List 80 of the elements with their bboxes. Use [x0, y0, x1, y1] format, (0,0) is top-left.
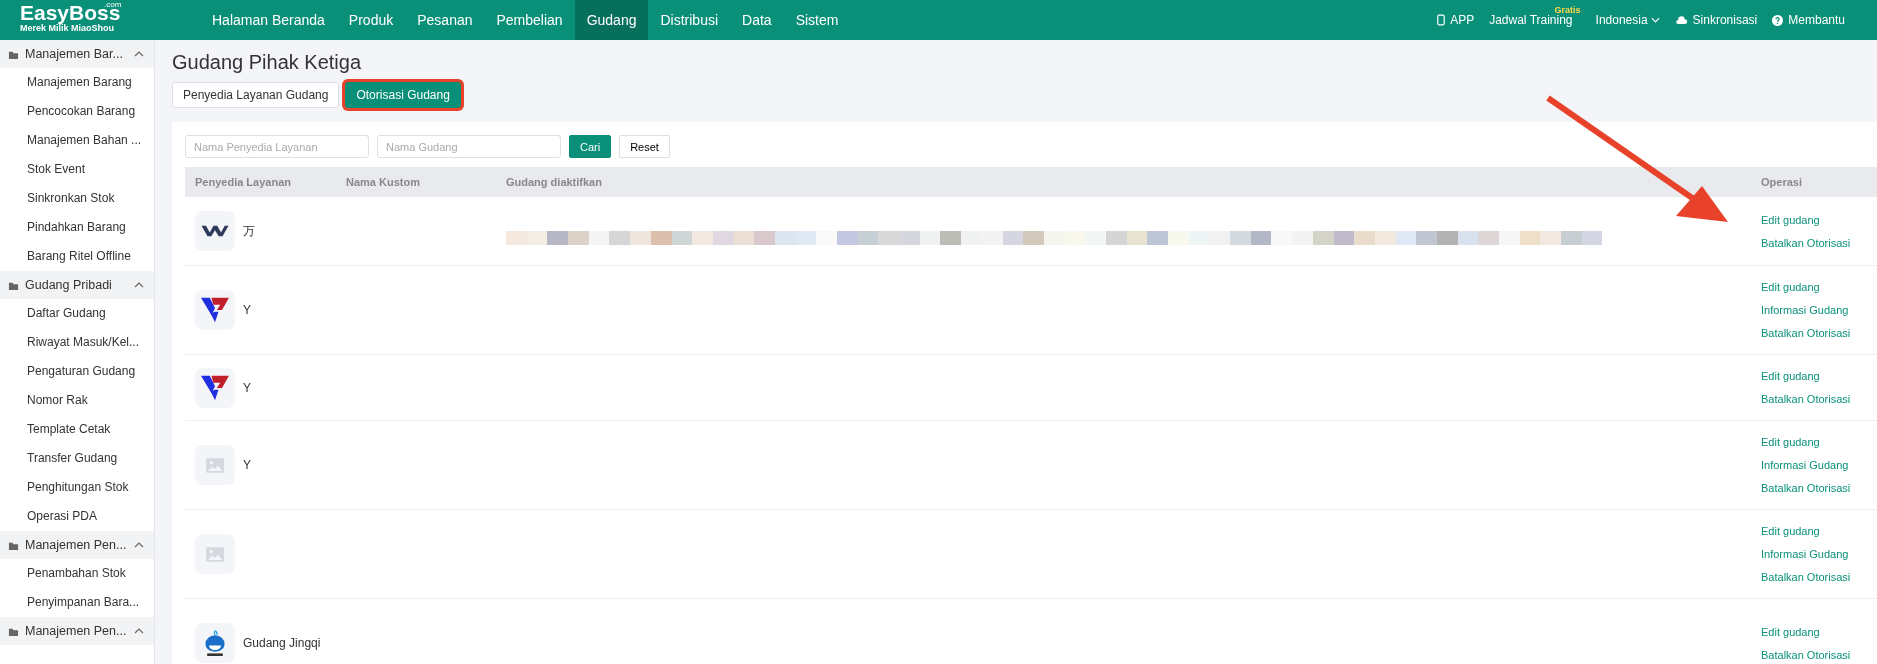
sync-link[interactable]: Sinkronisasi	[1692, 13, 1758, 27]
tab[interactable]: Otorisasi Gudang	[345, 82, 461, 108]
nav-tab[interactable]: Halaman Beranda	[200, 0, 337, 40]
nav-tab[interactable]: Distribusi	[648, 0, 731, 40]
column-header: Nama Kustom	[346, 176, 421, 188]
chevron-icon	[134, 51, 144, 57]
nav-tab[interactable]: Data	[730, 0, 784, 40]
provider-name: Y	[243, 303, 251, 317]
sidebar-item[interactable]: Stok Event	[0, 155, 154, 184]
operation-link[interactable]: Batalkan Otorisasi	[1761, 571, 1877, 583]
sidebar-group[interactable]: Manajemen Pen...	[0, 617, 154, 645]
operation-link[interactable]: Edit gudang	[1761, 525, 1877, 537]
sidebar-item[interactable]: Transfer Gudang	[0, 444, 154, 473]
help-icon	[1772, 14, 1784, 26]
triangle-logo-icon	[200, 373, 230, 402]
provider-name: Y	[243, 380, 251, 395]
operation-link[interactable]: Edit gudang	[1761, 370, 1877, 382]
operation-link[interactable]: Batalkan Otorisasi	[1761, 648, 1877, 661]
nav-tab[interactable]: Produk	[336, 0, 406, 40]
image-placeholder-icon	[206, 546, 224, 562]
language-dropdown[interactable]: Indonesia	[1595, 13, 1660, 27]
sidebar-group[interactable]: Gudang Pribadi	[0, 271, 154, 299]
column-header: Penyedia Layanan	[194, 176, 292, 188]
operation-link[interactable]: Batalkan Otorisasi	[1761, 327, 1877, 339]
operation-link[interactable]: Batalkan Otorisasi	[1761, 236, 1877, 249]
app-link[interactable]: APP	[1450, 13, 1475, 27]
sidebar-group[interactable]: Manajemen Bar...	[0, 40, 154, 68]
triangle-logo-icon	[200, 296, 230, 324]
sidebar-item[interactable]: Manajemen Bahan ...	[0, 126, 154, 155]
help-link[interactable]: Membantu	[1788, 13, 1845, 27]
sidebar-item[interactable]: Pindahkan Barang	[0, 213, 154, 242]
provider-name: Gudang Jingqi	[243, 636, 321, 650]
image-placeholder-icon	[206, 457, 224, 473]
nav-tab[interactable]: Pesanan	[405, 0, 485, 40]
operation-link[interactable]: Informasi Gudang	[1761, 548, 1877, 560]
warehouse-name-field[interactable]: Nama Gudang	[377, 135, 561, 158]
sidebar-item[interactable]: Sinkronkan Stok	[0, 184, 154, 213]
sidebar-item[interactable]: Riwayat Masuk/Kel...	[0, 328, 154, 357]
column-header: Operasi	[1761, 176, 1803, 188]
operation-link[interactable]: Edit gudang	[1761, 436, 1877, 448]
sidebar-item[interactable]: Operasi PDA	[0, 502, 154, 531]
nav-tab[interactable]: Pembelian	[484, 0, 575, 40]
free-label: Gratis	[1554, 5, 1581, 15]
sidebar-item[interactable]: Penyimpanan Bara...	[0, 588, 154, 617]
chevron-logo-icon	[200, 223, 230, 239]
column-header: Gudang diaktifkan	[506, 176, 603, 188]
search-button[interactable]: Cari	[569, 135, 612, 158]
reset-button[interactable]: Reset	[619, 135, 670, 158]
nav-tab[interactable]: Sistem	[783, 0, 851, 40]
operation-link[interactable]: Batalkan Otorisasi	[1761, 393, 1877, 405]
nav-tab[interactable]: Gudang	[574, 0, 649, 40]
chevron-icon	[134, 542, 144, 548]
sidebar-item[interactable]: Manajemen Barang	[0, 68, 154, 97]
sidebar-item[interactable]: Daftar Gudang	[0, 299, 154, 328]
provider-name: Y	[243, 458, 251, 472]
sidebar-item[interactable]: Barang Ritel Offline	[0, 242, 154, 271]
chevron-icon	[134, 282, 144, 288]
provider-name-field[interactable]: Nama Penyedia Layanan	[185, 135, 369, 158]
phone-icon	[1437, 14, 1446, 26]
chevron-down-icon	[1650, 17, 1660, 23]
sidebar-item[interactable]: Pencocokan Barang	[0, 97, 154, 126]
sidebar-item[interactable]: Penghitungan Stok	[0, 473, 154, 502]
provider-name: 万	[243, 222, 255, 240]
sidebar-item[interactable]: Penambahan Stok	[0, 559, 154, 588]
tab[interactable]: Penyedia Layanan Gudang	[172, 82, 340, 108]
chevron-icon	[134, 628, 144, 634]
sidebar-group[interactable]: Manajemen Pen...	[0, 531, 154, 559]
cloud-icon	[1674, 15, 1688, 25]
sidebar-item[interactable]: Pengaturan Gudang	[0, 357, 154, 386]
training-link[interactable]: Jadwal Training	[1489, 13, 1573, 27]
operation-link[interactable]: Edit gudang	[1761, 213, 1877, 226]
sidebar-item[interactable]: Template Cetak	[0, 415, 154, 444]
operation-link[interactable]: Informasi Gudang	[1761, 304, 1877, 316]
operation-link[interactable]: Batalkan Otorisasi	[1761, 482, 1877, 494]
operation-link[interactable]: Informasi Gudang	[1761, 459, 1877, 471]
logo-tagline: Merek Milik MiaoShou	[20, 24, 115, 33]
page-title: Gudang Pihak Ketiga	[172, 50, 363, 74]
operation-link[interactable]: Edit gudang	[1761, 281, 1877, 293]
sidebar-item[interactable]: Nomor Rak	[0, 386, 154, 415]
operation-link[interactable]: Edit gudang	[1761, 625, 1877, 638]
